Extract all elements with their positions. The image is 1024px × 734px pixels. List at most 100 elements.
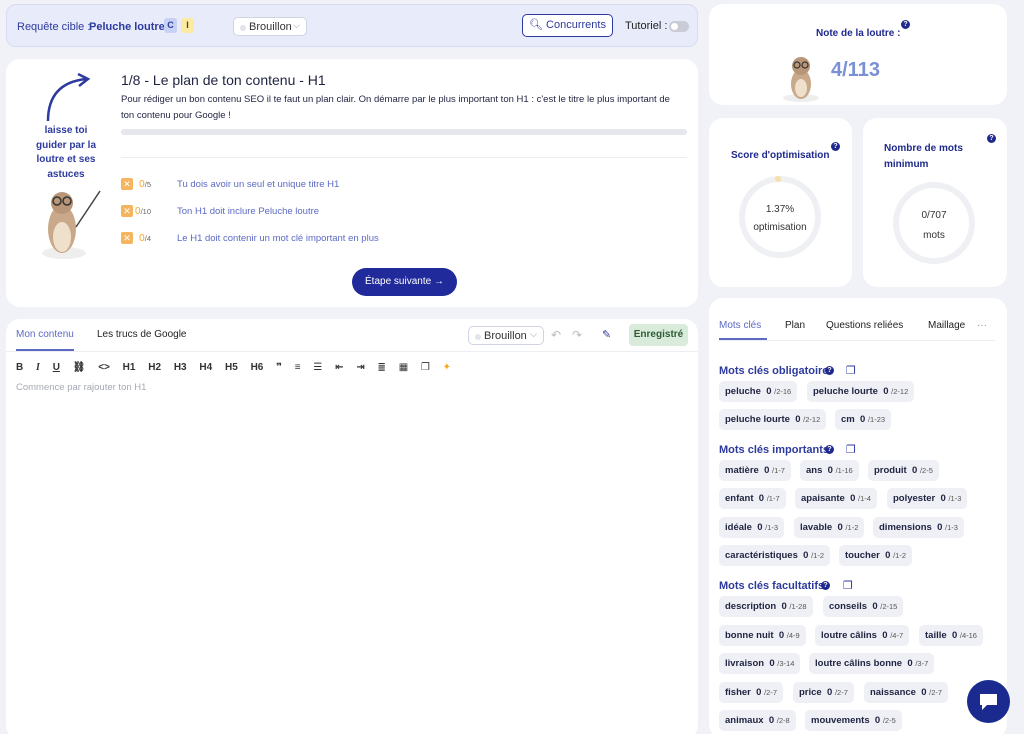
keyword-chip: bonne nuit 0 /4-9 bbox=[719, 625, 806, 646]
bold-icon[interactable]: B bbox=[16, 362, 23, 373]
more-icon[interactable]: ··· bbox=[977, 320, 987, 331]
competitors-button-label: Concurrents bbox=[546, 19, 606, 31]
section-title-mandatory: Mots clés obligatoire bbox=[719, 365, 829, 377]
keyword-chip: loutre câlins bonne 0 /3-7 bbox=[809, 653, 935, 674]
keywords-card: Mots clés Plan Questions reliées Maillag… bbox=[709, 298, 1007, 734]
keyword-chip: loutre câlins 0 /4-7 bbox=[815, 625, 910, 646]
chat-button[interactable] bbox=[967, 680, 1010, 723]
editor-placeholder[interactable]: Commence par rajouter ton H1 bbox=[16, 382, 146, 393]
check-text: Ton H1 doit inclure Peluche loutre bbox=[177, 206, 320, 217]
help-icon[interactable]: ? bbox=[825, 366, 834, 375]
keyword-chip: fisher 0 /2-7 bbox=[719, 682, 784, 703]
section-title-important: Mots clés importants bbox=[719, 444, 830, 456]
copy-icon[interactable]: ❐ bbox=[846, 364, 856, 377]
redo-icon[interactable]: ↷ bbox=[572, 328, 582, 342]
editor-card: Mon contenu Les trucs de Google Brouillo… bbox=[6, 319, 698, 734]
guide-text: laisse toi guider par la loutre et ses a… bbox=[35, 125, 96, 180]
keyword-chip: naissance 0 /2-7 bbox=[864, 682, 949, 703]
help-icon[interactable]: ? bbox=[825, 445, 834, 454]
chat-bubble-icon bbox=[980, 694, 997, 710]
sparkle-icon[interactable]: ✦ bbox=[443, 362, 451, 373]
keyword-chip: taille 0 /4-16 bbox=[919, 625, 983, 646]
search-icon: 🔍︎ bbox=[529, 19, 543, 31]
otter-mascot-icon bbox=[42, 190, 101, 259]
gauge-indicator bbox=[775, 176, 781, 182]
word-count-value: 0/707 bbox=[921, 210, 947, 221]
keyword-chip: dimensions 0 /1-3 bbox=[873, 517, 964, 538]
h1-button[interactable]: H1 bbox=[123, 362, 136, 373]
tutorial-toggle[interactable] bbox=[669, 21, 689, 32]
plan-progress-bar bbox=[121, 129, 687, 135]
curved-arrow-icon bbox=[46, 73, 91, 122]
badge-i: I bbox=[181, 18, 194, 33]
optimization-value: 1.37% bbox=[765, 204, 795, 215]
status-select-value: Brouillon bbox=[249, 21, 292, 33]
h3-button[interactable]: H3 bbox=[174, 362, 187, 373]
h5-button[interactable]: H5 bbox=[225, 362, 238, 373]
underline-icon[interactable]: U bbox=[53, 362, 60, 373]
help-icon[interactable]: ? bbox=[821, 581, 830, 590]
word-count-gauge: 0/707 mots bbox=[893, 182, 975, 264]
tab-plan[interactable]: Plan bbox=[785, 320, 805, 331]
h6-button[interactable]: H6 bbox=[251, 362, 264, 373]
tab-related-questions[interactable]: Questions reliées bbox=[826, 320, 903, 331]
keyword-chip: caractéristiques 0 /1-2 bbox=[719, 545, 831, 566]
outdent-icon[interactable]: ⇤ bbox=[335, 362, 343, 373]
help-icon[interactable]: ? bbox=[987, 134, 996, 143]
keyword-chip: price 0 /2-7 bbox=[793, 682, 854, 703]
keyword-chip: produit 0 /2-5 bbox=[868, 460, 939, 481]
undo-icon[interactable]: ↶ bbox=[551, 328, 561, 342]
tab-keywords[interactable]: Mots clés bbox=[719, 320, 761, 331]
plan-description: Pour rédiger un bon contenu SEO il te fa… bbox=[121, 94, 670, 121]
status-select[interactable]: Brouillon ⌵ bbox=[233, 17, 307, 36]
copy-icon[interactable]: ❐ bbox=[421, 362, 430, 373]
tab-linking[interactable]: Maillage bbox=[928, 320, 965, 331]
status-dot-icon bbox=[475, 334, 481, 340]
tab-google-tips[interactable]: Les trucs de Google bbox=[97, 329, 187, 340]
keyword-chip: matière 0 /1-7 bbox=[719, 460, 791, 481]
keyword-chip: peluche 0 /2-16 bbox=[719, 381, 798, 402]
help-icon[interactable]: ? bbox=[831, 142, 840, 151]
divider bbox=[719, 340, 995, 341]
tab-my-content[interactable]: Mon contenu bbox=[16, 329, 74, 340]
badge-c: C bbox=[164, 18, 177, 33]
h4-button[interactable]: H4 bbox=[199, 362, 212, 373]
next-step-label: Étape suivante bbox=[365, 276, 432, 287]
copy-icon[interactable]: ❐ bbox=[843, 579, 853, 592]
tutorial-label: Tutoriel : bbox=[625, 20, 668, 32]
copy-icon[interactable]: ❐ bbox=[846, 443, 856, 456]
keyword-chip: cm 0 /1-23 bbox=[835, 409, 892, 430]
keyword-chip: livraison 0 /3-14 bbox=[719, 653, 801, 674]
quote-icon[interactable]: ❞ bbox=[276, 362, 282, 373]
code-icon[interactable]: <> bbox=[98, 362, 110, 373]
table-icon[interactable]: ▦ bbox=[399, 362, 408, 373]
keyword-chip: toucher 0 /1-2 bbox=[839, 545, 912, 566]
editor-status-select[interactable]: Brouillon ⌵ bbox=[468, 326, 544, 345]
bullet-list-icon[interactable]: ☰ bbox=[313, 362, 322, 373]
next-step-button[interactable]: Étape suivante → bbox=[352, 268, 457, 296]
formatting-toolbar: B I U ⛓ <> H1 H2 H3 H4 H5 H6 ❞ ≡ ☰ ⇤ ⇥ ≣… bbox=[16, 362, 461, 373]
check-text: Tu dois avoir un seul et unique titre H1 bbox=[177, 179, 340, 190]
h2-button[interactable]: H2 bbox=[148, 362, 161, 373]
plan-card: laisse toi guider par la loutre et ses a… bbox=[6, 59, 698, 307]
chevron-down-icon: ⌵ bbox=[530, 329, 537, 339]
edit-icon[interactable]: ✎ bbox=[602, 328, 611, 341]
section-title-optional: Mots clés facultatifs bbox=[719, 580, 825, 592]
status-dot-icon bbox=[240, 25, 246, 31]
align-icon[interactable]: ≣ bbox=[378, 362, 386, 373]
check-max: /10 bbox=[140, 207, 151, 216]
target-query-value: Peluche loutre bbox=[89, 21, 165, 33]
indent-icon[interactable]: ⇥ bbox=[356, 362, 364, 373]
optimization-title: Score d'optimisation bbox=[731, 150, 830, 161]
chevron-down-icon: ⌵ bbox=[293, 20, 300, 30]
link-icon[interactable]: ⛓ bbox=[73, 362, 86, 373]
saved-button[interactable]: Enregistré bbox=[629, 324, 688, 346]
italic-icon[interactable]: I bbox=[36, 362, 40, 373]
query-bar: Requête cible : Peluche loutre C I Broui… bbox=[6, 4, 698, 47]
optimization-gauge: 1.37% optimisation bbox=[739, 176, 821, 258]
keyword-chip: idéale 0 /1-3 bbox=[719, 517, 785, 538]
note-value: 4/113 bbox=[831, 59, 880, 81]
competitors-button[interactable]: 🔍︎ Concurrents bbox=[522, 14, 613, 37]
help-icon[interactable]: ? bbox=[901, 20, 910, 29]
ordered-list-icon[interactable]: ≡ bbox=[295, 362, 301, 373]
